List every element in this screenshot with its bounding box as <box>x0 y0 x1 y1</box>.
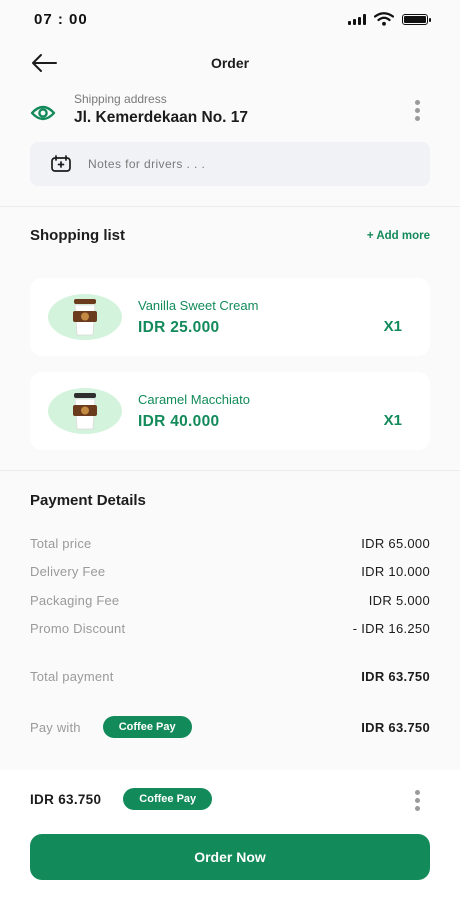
checkout-more-icon[interactable] <box>415 790 420 811</box>
cart-item-price: IDR 40.000 <box>138 412 220 430</box>
coffee-cup-icon <box>48 294 122 340</box>
address-label: Shipping address <box>74 92 167 106</box>
payment-row-label: Promo Discount <box>30 621 126 636</box>
payment-row-promo-discount: Promo Discount - IDR 16.250 <box>0 621 460 636</box>
status-time: 07 : 00 <box>34 10 88 28</box>
payment-row-packaging-fee: Packaging Fee IDR 5.000 <box>0 593 460 608</box>
pay-with-row: Pay with Coffee Pay IDR 63.750 <box>0 716 460 738</box>
payment-row-value: - IDR 16.250 <box>352 621 430 636</box>
coffee-cup-icon <box>48 388 122 434</box>
cart-item-info: Vanilla Sweet Cream IDR 25.000 <box>138 298 258 337</box>
address-text: Shipping address Jl. Kemerdekaan No. 17 <box>74 92 248 127</box>
cart-item-price: IDR 25.000 <box>138 318 220 336</box>
shipping-address[interactable]: Shipping address Jl. Kemerdekaan No. 17 <box>0 88 460 134</box>
cart-item-info: Caramel Macchiato IDR 40.000 <box>138 392 250 431</box>
page-title: Order <box>210 55 250 71</box>
back-arrow-icon[interactable] <box>30 52 58 74</box>
payment-details-header: Payment Details <box>0 492 460 509</box>
status-bar: 07 : 00 <box>0 0 460 38</box>
address-value: Jl. Kemerdekaan No. 17 <box>74 109 249 126</box>
checkout-amount: IDR 63.750 <box>30 791 102 807</box>
total-payment-label: Total payment <box>30 669 114 684</box>
payment-row-delivery-fee: Delivery Fee IDR 10.000 <box>0 564 460 579</box>
cart-item-name: Vanilla Sweet Cream <box>138 297 259 313</box>
header: Order <box>0 38 460 88</box>
payment-row-value: IDR 5.000 <box>368 593 430 608</box>
checkout-bar: IDR 63.750 Coffee Pay Order Now <box>0 770 460 900</box>
payment-row-total-price: Total price IDR 65.000 <box>0 536 460 551</box>
divider <box>0 470 460 471</box>
add-more-button[interactable]: + Add more <box>367 230 430 242</box>
pay-with-label: Pay with <box>30 719 81 735</box>
total-payment-row: Total payment IDR 63.750 <box>0 669 460 684</box>
location-eye-icon <box>30 105 56 121</box>
payment-method-chip[interactable]: Coffee Pay <box>102 716 192 738</box>
payment-row-value: IDR 65.000 <box>361 536 430 551</box>
cart-item-qty[interactable]: X1 <box>384 412 402 429</box>
payment-row-value: IDR 10.000 <box>361 564 430 579</box>
signal-icon <box>348 13 366 25</box>
payment-details-title: Payment Details <box>30 492 146 509</box>
address-more-icon[interactable] <box>415 100 420 121</box>
status-icons <box>348 12 431 26</box>
checkout-method-chip[interactable]: Coffee Pay <box>123 788 213 810</box>
note-add-icon <box>51 155 71 172</box>
shopping-list-title: Shopping list <box>30 227 125 244</box>
order-now-button[interactable]: Order Now <box>30 834 430 880</box>
total-payment-value: IDR 63.750 <box>361 669 430 684</box>
cart-item-name: Caramel Macchiato <box>138 391 250 407</box>
cart-item[interactable]: Caramel Macchiato IDR 40.000 X1 <box>30 372 430 450</box>
battery-icon <box>402 13 431 25</box>
shopping-list-header: Shopping list + Add more <box>0 227 460 244</box>
checkout-summary: IDR 63.750 Coffee Pay <box>30 788 213 810</box>
pay-with-value: IDR 63.750 <box>361 719 430 735</box>
divider <box>0 206 460 207</box>
cart-item[interactable]: Vanilla Sweet Cream IDR 25.000 X1 <box>30 278 430 356</box>
payment-row-label: Total price <box>30 536 92 551</box>
notes-input[interactable] <box>88 157 430 171</box>
notes-field[interactable] <box>30 142 430 186</box>
payment-row-label: Delivery Fee <box>30 564 106 579</box>
wifi-icon <box>374 12 394 26</box>
cart-item-qty[interactable]: X1 <box>384 318 402 335</box>
payment-row-label: Packaging Fee <box>30 593 120 608</box>
pay-with-group: Pay with Coffee Pay <box>30 716 192 738</box>
